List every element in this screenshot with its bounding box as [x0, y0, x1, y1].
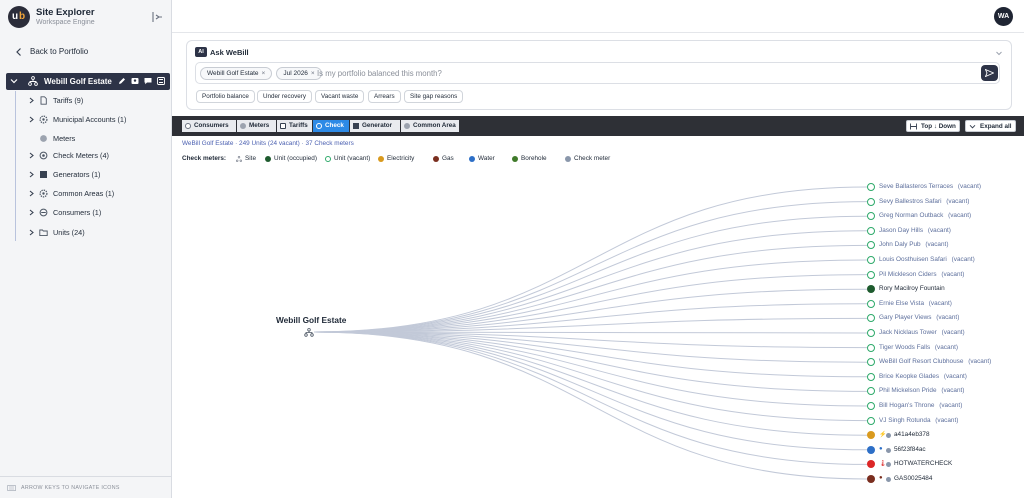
tree-leaf-node[interactable]: Brice Keopke Glades (vacant) [867, 371, 1017, 383]
tree-link [313, 274, 868, 333]
leaf-status: (vacant) [925, 241, 949, 249]
water-icon: ● [879, 445, 883, 452]
leaf-label: Jack Nicklaus Tower (vacant) [879, 329, 965, 336]
unit-vacant-marker [867, 270, 875, 279]
unit-vacant-marker [867, 212, 875, 221]
leaf-label: WeBill Golf Resort Clubhouse (vacant) [879, 358, 992, 366]
check-meter-marker [886, 433, 891, 439]
leaf-label: Ernie Else Vista (vacant) [879, 299, 952, 307]
tree-leaf-node[interactable]: Ernie Else Vista (vacant) [867, 298, 1017, 310]
tree-leaf-node[interactable]: Pil Mickleson Ciders (vacant) [867, 269, 1017, 281]
unit-vacant-marker [867, 197, 875, 206]
unit-vacant-marker [867, 226, 875, 235]
tree-leaf-node[interactable]: Tiger Woods Falls (vacant) [867, 342, 1017, 354]
leaf-label: Phil Mickelson Pride (vacant) [879, 387, 965, 395]
check-meter-marker [886, 477, 891, 482]
unit-vacant-marker [867, 372, 875, 381]
leaf-label: Gary Player Views (vacant) [879, 314, 960, 322]
tree-leaf-node[interactable]: WeBill Golf Resort Clubhouse (vacant) [867, 356, 1017, 368]
tree-leaf-node[interactable]: Louis Oosthuisen Safari (vacant) [867, 254, 1017, 266]
leaf-status: (vacant) [968, 358, 992, 366]
leaf-status: (vacant) [935, 416, 959, 424]
leaf-label: Pil Mickleson Ciders (vacant) [879, 270, 965, 278]
leaf-label: VJ Singh Rotunda (vacant) [879, 416, 959, 424]
leaf-label: Brice Keopke Glades (vacant) [879, 372, 967, 380]
leaf-label: Greg Norman Outback (vacant) [879, 212, 972, 220]
site-hierarchy-icon [304, 328, 314, 337]
gas-icon: ● [879, 475, 883, 481]
leaf-status: (vacant) [948, 212, 972, 220]
unit-vacant-marker [867, 402, 875, 410]
tree-leaf-node[interactable]: Greg Norman Outback (vacant) [867, 210, 1017, 222]
leaf-label: Louis Oosthuisen Safari (vacant) [879, 256, 975, 263]
check-meter-marker [886, 462, 891, 468]
unit-vacant-marker [867, 241, 875, 250]
gas-marker [867, 475, 875, 483]
tree-leaf-node[interactable]: Jack Nicklaus Tower (vacant) [867, 327, 1017, 339]
water-marker [867, 445, 875, 454]
leaf-status: (vacant) [957, 183, 981, 190]
tree-leaf-node[interactable]: Phil Mickelson Pride (vacant) [867, 385, 1017, 397]
tree-leaf-node[interactable]: ● 56f23f84ac [867, 444, 1017, 456]
tree-link [313, 186, 868, 333]
leaf-status: (vacant) [934, 343, 959, 351]
leaf-status: (vacant) [941, 329, 965, 336]
unit-vacant-marker [867, 329, 875, 337]
tree-leaf-node[interactable]: John Daly Pub (vacant) [867, 239, 1017, 251]
tree-leaf-node[interactable]: ⚡ a41a4eb378 [867, 429, 1017, 441]
leaf-label: GAS0025484 [894, 475, 933, 482]
tree-link [313, 331, 868, 378]
tree-link [313, 215, 868, 333]
leaf-status: (vacant) [943, 372, 967, 380]
leaf-label: Seve Ballasteros Terraces (vacant) [879, 183, 981, 190]
leaf-label: Bill Hogan's Throne (vacant) [879, 402, 963, 409]
tree-link [313, 230, 868, 333]
leaf-status: (vacant) [946, 197, 970, 205]
tree-link [313, 331, 868, 465]
tree-leaf-node[interactable]: VJ Singh Rotunda (vacant) [867, 415, 1017, 427]
unit-occupied-marker [867, 285, 875, 294]
unit-vacant-marker [867, 314, 875, 323]
unit-vacant-marker [867, 416, 875, 425]
leaf-label: Tiger Woods Falls (vacant) [879, 343, 959, 351]
tree-leaf-node[interactable]: Sevy Ballestros Safari (vacant) [867, 196, 1017, 208]
leaf-label: Sevy Ballestros Safari (vacant) [879, 197, 970, 205]
leaf-label: Rory Macilroy Fountain [879, 285, 945, 293]
electricity-marker [867, 431, 875, 440]
unit-vacant-marker [867, 343, 875, 352]
leaf-status: (vacant) [951, 256, 975, 263]
unit-vacant-marker [867, 183, 875, 191]
hotwater-marker [867, 460, 875, 469]
leaf-label: John Daly Pub (vacant) [879, 241, 949, 249]
tree-link [313, 259, 868, 333]
unit-vacant-marker [867, 256, 875, 264]
tree-leaf-node[interactable]: ● GAS0025484 [867, 473, 1017, 485]
leaf-status: (vacant) [939, 402, 963, 409]
check-meter-marker [886, 447, 891, 453]
tree-link [313, 331, 868, 451]
leaf-label: HOTWATERCHECK [894, 460, 953, 468]
tree-link [313, 331, 868, 407]
tree-leaf-node[interactable]: Seve Ballasteros Terraces (vacant) [867, 181, 1017, 193]
leaf-label: a41a4eb378 [894, 431, 930, 439]
tree-leaf-node[interactable]: Gary Player Views (vacant) [867, 312, 1017, 324]
tree-link [313, 331, 868, 422]
leaf-label: 56f23f84ac [894, 445, 926, 453]
tree-leaf-node[interactable]: Jason Day Hills (vacant) [867, 225, 1017, 237]
tree-leaf-node[interactable]: Bill Hogan's Throne (vacant) [867, 400, 1017, 412]
unit-vacant-marker [867, 358, 875, 367]
tree-link [313, 331, 868, 392]
unit-vacant-marker [867, 299, 875, 308]
leaf-status: (vacant) [936, 314, 960, 322]
leaf-status: (vacant) [941, 270, 965, 278]
tree-link [313, 201, 868, 333]
leaf-status: (vacant) [928, 299, 952, 307]
leaf-status: (vacant) [941, 387, 965, 395]
leaf-status: (vacant) [927, 226, 951, 234]
tree-leaf-node[interactable]: Rory Macilroy Fountain [867, 283, 1017, 295]
tree-leaf-node[interactable]: 🌡 HOTWATERCHECK [867, 458, 1017, 470]
leaf-label: Jason Day Hills (vacant) [879, 226, 951, 234]
unit-vacant-marker [867, 387, 875, 396]
tree-root-title[interactable]: Webill Golf Estate [276, 315, 346, 325]
